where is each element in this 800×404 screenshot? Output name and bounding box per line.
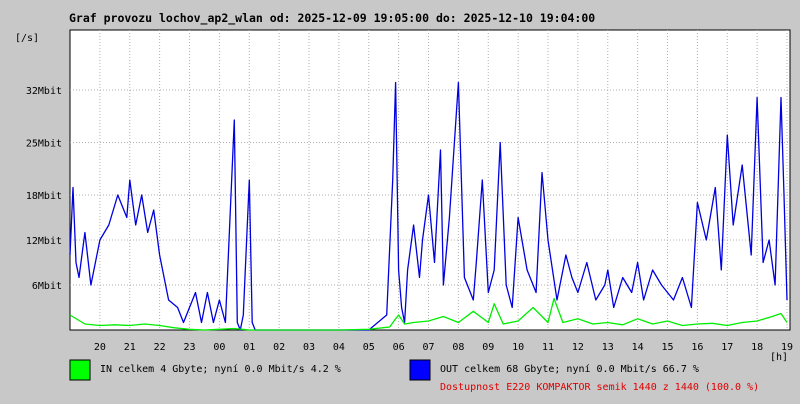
x-tick-label-15: 11 — [542, 342, 554, 353]
x-tick-label-21: 17 — [721, 342, 733, 353]
x-tick-label-10: 06 — [393, 342, 405, 353]
x-tick-label-3: 23 — [183, 342, 195, 353]
legend-out-text: OUT celkem 68 Gbyte; nyní 0.0 Mbit/s 66.… — [440, 363, 699, 375]
y-tick-label-1: 12Mbit — [26, 236, 62, 247]
y-tick-label-4: 32Mbit — [26, 86, 62, 97]
x-tick-label-2: 22 — [154, 342, 166, 353]
y-tick-labels: 6Mbit 12Mbit 18Mbit 25Mbit 32Mbit — [26, 86, 62, 292]
x-tick-label-17: 13 — [602, 342, 614, 353]
x-tick-label-22: 18 — [751, 342, 763, 353]
x-tick-label-9: 05 — [363, 342, 375, 353]
traffic-chart: Graf provozu lochov_ap2_wlan od: 2025-12… — [0, 0, 800, 400]
x-tick-label-7: 03 — [303, 342, 315, 353]
x-tick-labels: 20 21 22 23 00 01 02 03 04 05 06 07 08 09 10 11 12 13 14 15… — [94, 342, 793, 353]
availability-text: Dostupnost E220 KOMPAKTOR semik 1440 z 1… — [440, 382, 759, 393]
x-tick-label-16: 12 — [572, 342, 584, 353]
x-tick-label-6: 02 — [273, 342, 285, 353]
x-tick-label-20: 16 — [691, 342, 703, 353]
x-tick-label-14: 10 — [512, 342, 524, 353]
x-tick-label-1: 21 — [124, 342, 136, 353]
x-tick-label-13: 09 — [482, 342, 494, 353]
x-tick-label-12: 08 — [452, 342, 464, 353]
y-axis-unit: [/s] — [15, 33, 39, 44]
x-axis-unit: [h] — [770, 352, 788, 363]
y-tick-label-3: 25Mbit — [26, 139, 62, 150]
chart-title: Graf provozu lochov_ap2_wlan od: 2025-12… — [69, 11, 595, 26]
legend-in-swatch — [69, 359, 91, 381]
x-tick-label-11: 07 — [422, 342, 434, 353]
x-tick-label-8: 04 — [333, 342, 345, 353]
legend-in-text: IN celkem 4 Gbyte; nyní 0.0 Mbit/s 4.2 % — [100, 363, 341, 375]
x-tick-label-18: 14 — [632, 342, 644, 353]
legend-out-swatch — [409, 359, 431, 381]
y-tick-label-2: 18Mbit — [26, 191, 62, 202]
x-tick-label-5: 01 — [243, 342, 255, 353]
x-tick-label-19: 15 — [661, 342, 673, 353]
y-tick-label-0: 6Mbit — [32, 281, 62, 292]
x-tick-label-0: 20 — [94, 342, 106, 353]
x-tick-label-4: 00 — [213, 342, 225, 353]
chart-svg: Graf provozu lochov_ap2_wlan od: 2025-12… — [15, 11, 793, 393]
